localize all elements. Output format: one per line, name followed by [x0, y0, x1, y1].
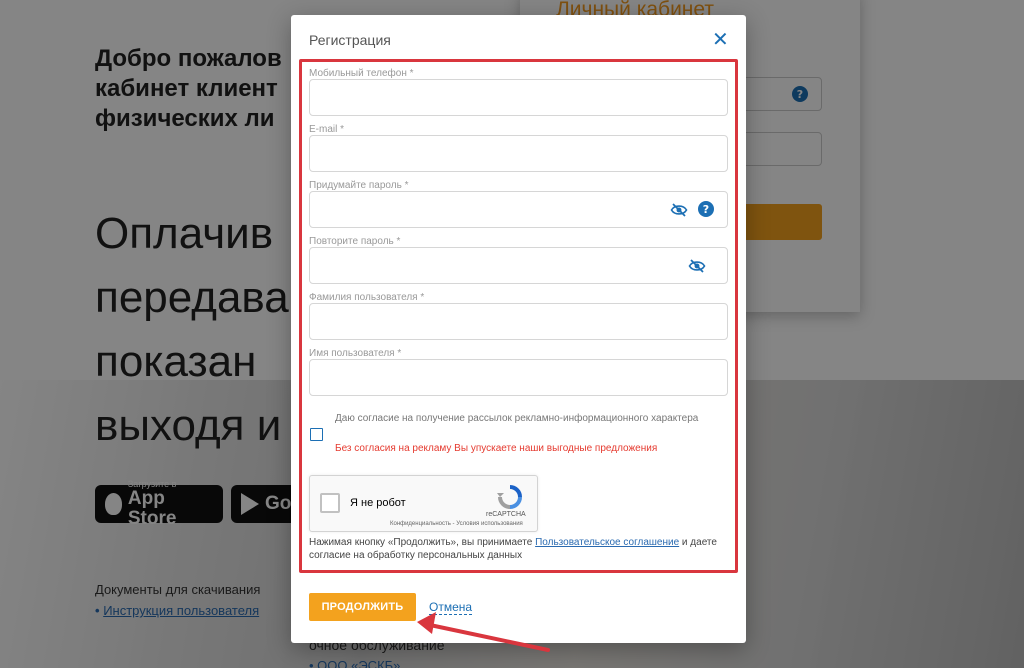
- continue-button[interactable]: ПРОДОЛЖИТЬ: [309, 593, 416, 621]
- eye-off-icon[interactable]: [670, 203, 688, 217]
- password-label: Придумайте пароль *: [309, 180, 409, 191]
- recaptcha-widget: Я не робот reCAPTCHA Конфиденциальность …: [309, 475, 538, 532]
- eye-off-icon[interactable]: [688, 259, 706, 273]
- agreement-before: Нажимая кнопку «Продолжить», вы принимае…: [309, 537, 536, 548]
- close-icon[interactable]: ✕: [712, 29, 729, 49]
- ads-consent-checkbox[interactable]: [310, 428, 323, 441]
- password-repeat-label: Повторите пароль *: [309, 236, 401, 247]
- phone-input[interactable]: [309, 79, 728, 116]
- user-agreement-link[interactable]: Пользовательское соглашение: [535, 537, 679, 548]
- recaptcha-logo-icon: [497, 485, 522, 509]
- first-name-input[interactable]: [309, 359, 728, 396]
- cancel-link[interactable]: Отмена: [429, 600, 473, 615]
- ads-consent-label: Даю согласие на получение рассылок рекла…: [335, 413, 699, 424]
- last-name-input[interactable]: [309, 303, 728, 340]
- recaptcha-terms[interactable]: Конфиденциальность - Условия использован…: [390, 521, 523, 527]
- ads-consent-warning: Без согласия на рекламу Вы упускаете наш…: [335, 443, 658, 454]
- first-name-label: Имя пользователя *: [309, 348, 402, 359]
- recaptcha-checkbox[interactable]: [320, 493, 340, 513]
- password-input[interactable]: [309, 191, 728, 228]
- email-label: E-mail *: [309, 124, 345, 135]
- modal-title: Регистрация: [309, 32, 391, 48]
- agreement-text: Нажимая кнопку «Продолжить», вы принимае…: [309, 536, 729, 562]
- recaptcha-brand: reCAPTCHA: [486, 511, 526, 518]
- email-input[interactable]: [309, 135, 728, 172]
- recaptcha-label: Я не робот: [350, 497, 406, 509]
- last-name-label: Фамилия пользователя *: [309, 292, 425, 303]
- phone-label: Мобильный телефон *: [309, 68, 414, 79]
- question-icon[interactable]: ?: [698, 201, 714, 217]
- registration-modal: Регистрация ✕ Мобильный телефон * E-mail…: [291, 15, 746, 643]
- password-repeat-input[interactable]: [309, 247, 728, 284]
